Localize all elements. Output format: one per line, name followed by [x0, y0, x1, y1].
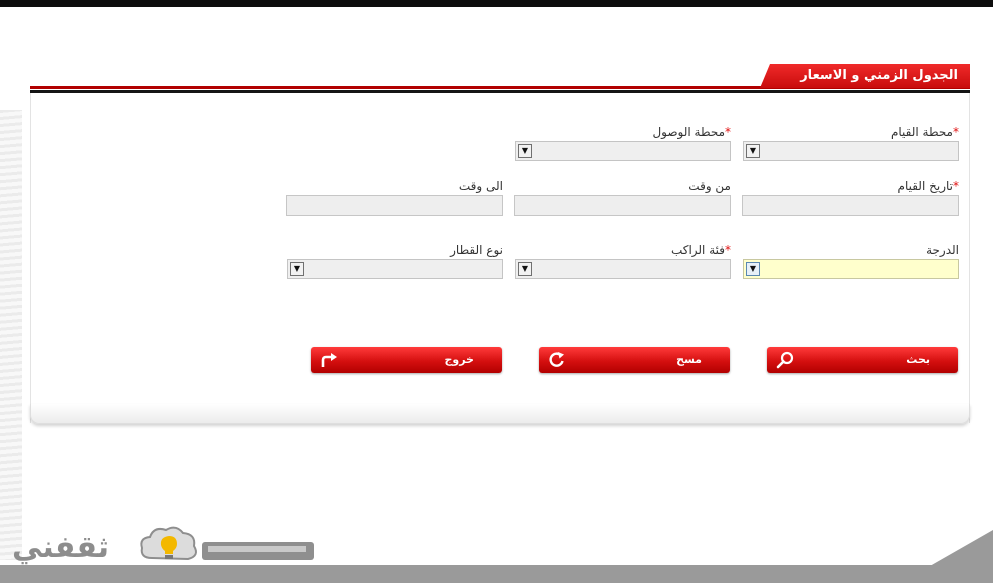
departure-station-label: *محطة القيام	[890, 125, 959, 139]
top-bar	[0, 0, 993, 7]
lightbulb-cloud-icon	[140, 526, 197, 561]
exit-button[interactable]: خروج	[311, 347, 502, 373]
chevron-down-icon[interactable]: ▼	[518, 144, 532, 158]
class-label: الدرجة	[926, 243, 959, 257]
required-mark: *	[725, 243, 731, 257]
chevron-down-icon[interactable]: ▼	[290, 262, 304, 276]
to-time-input[interactable]	[286, 195, 503, 216]
train-type-label: نوع القطار	[450, 243, 503, 257]
from-time-label: من وقت	[688, 179, 731, 193]
exit-button-label: خروج	[444, 353, 474, 366]
side-decoration	[0, 110, 22, 560]
required-mark: *	[953, 179, 959, 193]
search-button[interactable]: بحث	[767, 347, 958, 373]
clear-button[interactable]: مسح	[539, 347, 730, 373]
chevron-down-icon[interactable]: ▼	[518, 262, 532, 276]
chevron-down-icon[interactable]: ▼	[746, 262, 760, 276]
passenger-category-select[interactable]: ▼	[515, 259, 731, 279]
chevron-down-icon[interactable]: ▼	[746, 144, 760, 158]
required-mark: *	[725, 125, 731, 139]
panel-title: الجدول الزمني و الاسعار	[760, 64, 970, 88]
departure-date-label: *تاريخ القيام	[897, 179, 959, 193]
required-mark: *	[953, 125, 959, 139]
refresh-icon	[549, 352, 564, 367]
panel-footer	[30, 404, 970, 424]
logo-text: ثقفني	[12, 530, 110, 565]
passenger-category-label: *فئة الراكب	[670, 243, 731, 257]
search-button-label: بحث	[906, 353, 930, 366]
from-time-input[interactable]	[514, 195, 731, 216]
clear-button-label: مسح	[676, 353, 702, 366]
arrival-station-label: *محطة الوصول	[652, 125, 731, 139]
to-time-label: الى وقت	[458, 179, 503, 193]
departure-date-input[interactable]	[742, 195, 959, 216]
class-select[interactable]: ▼	[743, 259, 959, 279]
page: الجدول الزمني و الاسعار *محطة القيام ▼ *…	[0, 0, 993, 583]
search-icon	[776, 351, 794, 369]
footer-slope	[930, 530, 993, 566]
departure-station-select[interactable]: ▼	[743, 141, 959, 161]
train-type-select[interactable]: ▼	[287, 259, 503, 279]
exit-arrow-icon	[321, 353, 337, 367]
arrival-station-select[interactable]: ▼	[515, 141, 731, 161]
